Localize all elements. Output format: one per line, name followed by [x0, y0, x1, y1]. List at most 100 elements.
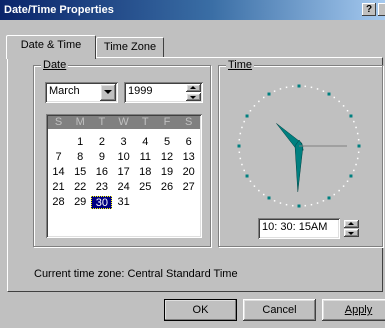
- hour-marker: [245, 174, 249, 178]
- title-bar[interactable]: Date/Time Properties ?: [0, 0, 385, 20]
- calendar-day[interactable]: 31: [113, 196, 134, 209]
- hour-marker: [237, 144, 241, 148]
- year-spin-up[interactable]: [186, 84, 201, 92]
- calendar-day[interactable]: 24: [113, 181, 134, 194]
- calendar-day[interactable]: 25: [135, 181, 156, 194]
- minute-marker: [262, 96, 265, 99]
- minute-hand: [294, 139, 304, 193]
- calendar-day[interactable]: 13: [178, 151, 199, 164]
- help-button[interactable]: ?: [362, 3, 376, 16]
- spin-down-icon: [348, 232, 354, 235]
- hour-marker: [349, 174, 353, 178]
- apply-button[interactable]: Apply: [322, 299, 385, 321]
- tab-date-and-time[interactable]: Date & Time: [6, 35, 96, 59]
- minute-marker: [258, 100, 260, 103]
- hour-marker: [245, 114, 249, 118]
- weekday-header: W: [118, 116, 129, 128]
- calendar: SMTWTFS 1 2 3 4 5 6 7 8 9 10 11 12 13 14 15 16 17 18 19 20 2…: [46, 114, 202, 238]
- minute-marker: [355, 126, 357, 129]
- calendar-day[interactable]: 19: [157, 166, 178, 179]
- month-dropdown[interactable]: March: [45, 82, 118, 103]
- calendar-day-selected[interactable]: 30: [91, 196, 113, 209]
- calendar-day[interactable]: 5: [157, 136, 178, 149]
- clock-face: [237, 84, 361, 208]
- time-spin-down[interactable]: [344, 229, 359, 237]
- calendar-day[interactable]: 16: [91, 166, 112, 179]
- date-time-properties-window: Date/Time Properties ? Date & Time Time …: [0, 0, 385, 328]
- time-spinbox[interactable]: 10: 30: 15AM: [258, 218, 340, 239]
- minute-marker: [262, 193, 265, 196]
- calendar-day[interactable]: 6: [178, 136, 199, 149]
- minute-marker: [338, 189, 340, 192]
- minute-marker: [279, 88, 282, 90]
- hour-marker: [327, 196, 331, 200]
- hour-marker: [297, 204, 301, 208]
- close-button[interactable]: [378, 3, 385, 16]
- calendar-day[interactable]: 17: [113, 166, 134, 179]
- calendar-day[interactable]: 2: [91, 136, 112, 149]
- tab-date-and-time-label: Date & Time: [20, 39, 82, 51]
- calendar-day[interactable]: 1: [70, 136, 91, 149]
- time-group-label: Time: [226, 59, 255, 71]
- weekday-header: M: [75, 116, 85, 128]
- cancel-button-label: Cancel: [262, 304, 297, 316]
- time-value: 10: 30: 15AM: [262, 221, 328, 233]
- calendar-day[interactable]: 14: [48, 166, 69, 179]
- minute-marker: [333, 96, 336, 99]
- calendar-day[interactable]: 7: [48, 151, 69, 164]
- calendar-day[interactable]: 28: [48, 196, 69, 209]
- calendar-weekday-header: SMTWTFS: [48, 116, 200, 129]
- month-value: March: [49, 85, 80, 97]
- calendar-day[interactable]: 10: [113, 151, 134, 164]
- month-dropdown-button[interactable]: [100, 84, 116, 101]
- year-spinner[interactable]: [186, 84, 201, 101]
- calendar-day[interactable]: 9: [91, 151, 112, 164]
- minute-marker: [238, 138, 241, 141]
- minute-marker: [356, 157, 359, 160]
- minute-marker: [355, 163, 357, 166]
- minute-marker: [285, 203, 288, 206]
- calendar-day[interactable]: 11: [135, 151, 156, 164]
- calendar-day[interactable]: 18: [135, 166, 156, 179]
- minute-marker: [357, 151, 360, 154]
- weekday-header: T: [141, 116, 149, 128]
- minute-marker: [249, 109, 252, 112]
- minute-marker: [342, 105, 345, 107]
- minute-marker: [258, 189, 260, 192]
- spin-up-icon: [348, 222, 354, 225]
- apply-button-label: Apply: [344, 304, 373, 316]
- date-group-label: Date: [41, 59, 69, 71]
- calendar-day[interactable]: 8: [70, 151, 91, 164]
- minute-marker: [291, 85, 294, 88]
- minute-marker: [304, 204, 307, 207]
- calendar-day[interactable]: 3: [113, 136, 134, 149]
- minute-marker: [238, 151, 241, 154]
- minute-marker: [346, 109, 349, 112]
- calendar-day[interactable]: 23: [91, 181, 112, 194]
- calendar-day[interactable]: 20: [178, 166, 199, 179]
- calendar-day[interactable]: 26: [157, 181, 178, 194]
- year-spinbox[interactable]: 1999: [124, 82, 203, 103]
- year-value: 1999: [128, 85, 153, 97]
- ok-button[interactable]: OK: [164, 299, 237, 321]
- cancel-button[interactable]: Cancel: [243, 299, 316, 321]
- hour-marker: [327, 92, 331, 96]
- time-spin-up[interactable]: [344, 220, 359, 228]
- year-spin-down[interactable]: [186, 93, 201, 101]
- tab-time-zone[interactable]: Time Zone: [96, 37, 164, 58]
- calendar-day[interactable]: 15: [70, 166, 91, 179]
- minute-marker: [353, 169, 355, 172]
- calendar-day[interactable]: 4: [135, 136, 156, 149]
- minute-marker: [243, 169, 245, 172]
- calendar-day[interactable]: 12: [157, 151, 178, 164]
- minute-marker: [356, 132, 359, 135]
- calendar-day[interactable]: 22: [70, 181, 91, 194]
- minute-marker: [346, 180, 349, 183]
- calendar-day[interactable]: 27: [178, 181, 199, 194]
- calendar-day[interactable]: 29: [70, 196, 91, 209]
- ok-button-label: OK: [192, 304, 209, 316]
- calendar-day[interactable]: 21: [48, 181, 69, 194]
- minute-marker: [322, 200, 325, 202]
- hour-marker: [357, 144, 361, 148]
- time-spinner[interactable]: [344, 220, 359, 237]
